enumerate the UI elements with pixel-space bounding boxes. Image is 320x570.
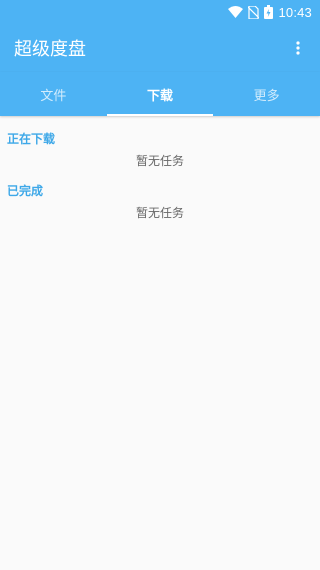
status-bar: 10:43	[0, 0, 320, 24]
app-title: 超级度盘	[14, 39, 86, 60]
downloads-content: 正在下载 暂无任务 已完成 暂无任务	[0, 116, 320, 222]
battery-charging-icon	[264, 5, 274, 19]
section-header-downloading: 正在下载	[7, 132, 56, 146]
wifi-icon	[228, 6, 244, 18]
no-sim-icon	[248, 5, 260, 19]
tab-downloads[interactable]: 下载	[106, 72, 214, 116]
tab-bar: 文件 下载 更多	[0, 72, 320, 116]
empty-state-completed: 暂无任务	[135, 206, 184, 220]
more-options-button[interactable]	[286, 34, 310, 62]
tab-files[interactable]: 文件	[0, 72, 107, 116]
section-header-completed: 已完成	[7, 184, 44, 198]
more-vert-icon	[296, 41, 300, 55]
app-bar: 超级度盘	[0, 24, 320, 72]
tab-more[interactable]: 更多	[213, 72, 320, 116]
status-time: 10:43	[278, 4, 312, 20]
app-root: 10:43 超级度盘 文件 下载 更多 正在下载 暂无任务 已完成 暂无任务	[0, 0, 320, 570]
empty-state-downloading: 暂无任务	[135, 154, 184, 168]
